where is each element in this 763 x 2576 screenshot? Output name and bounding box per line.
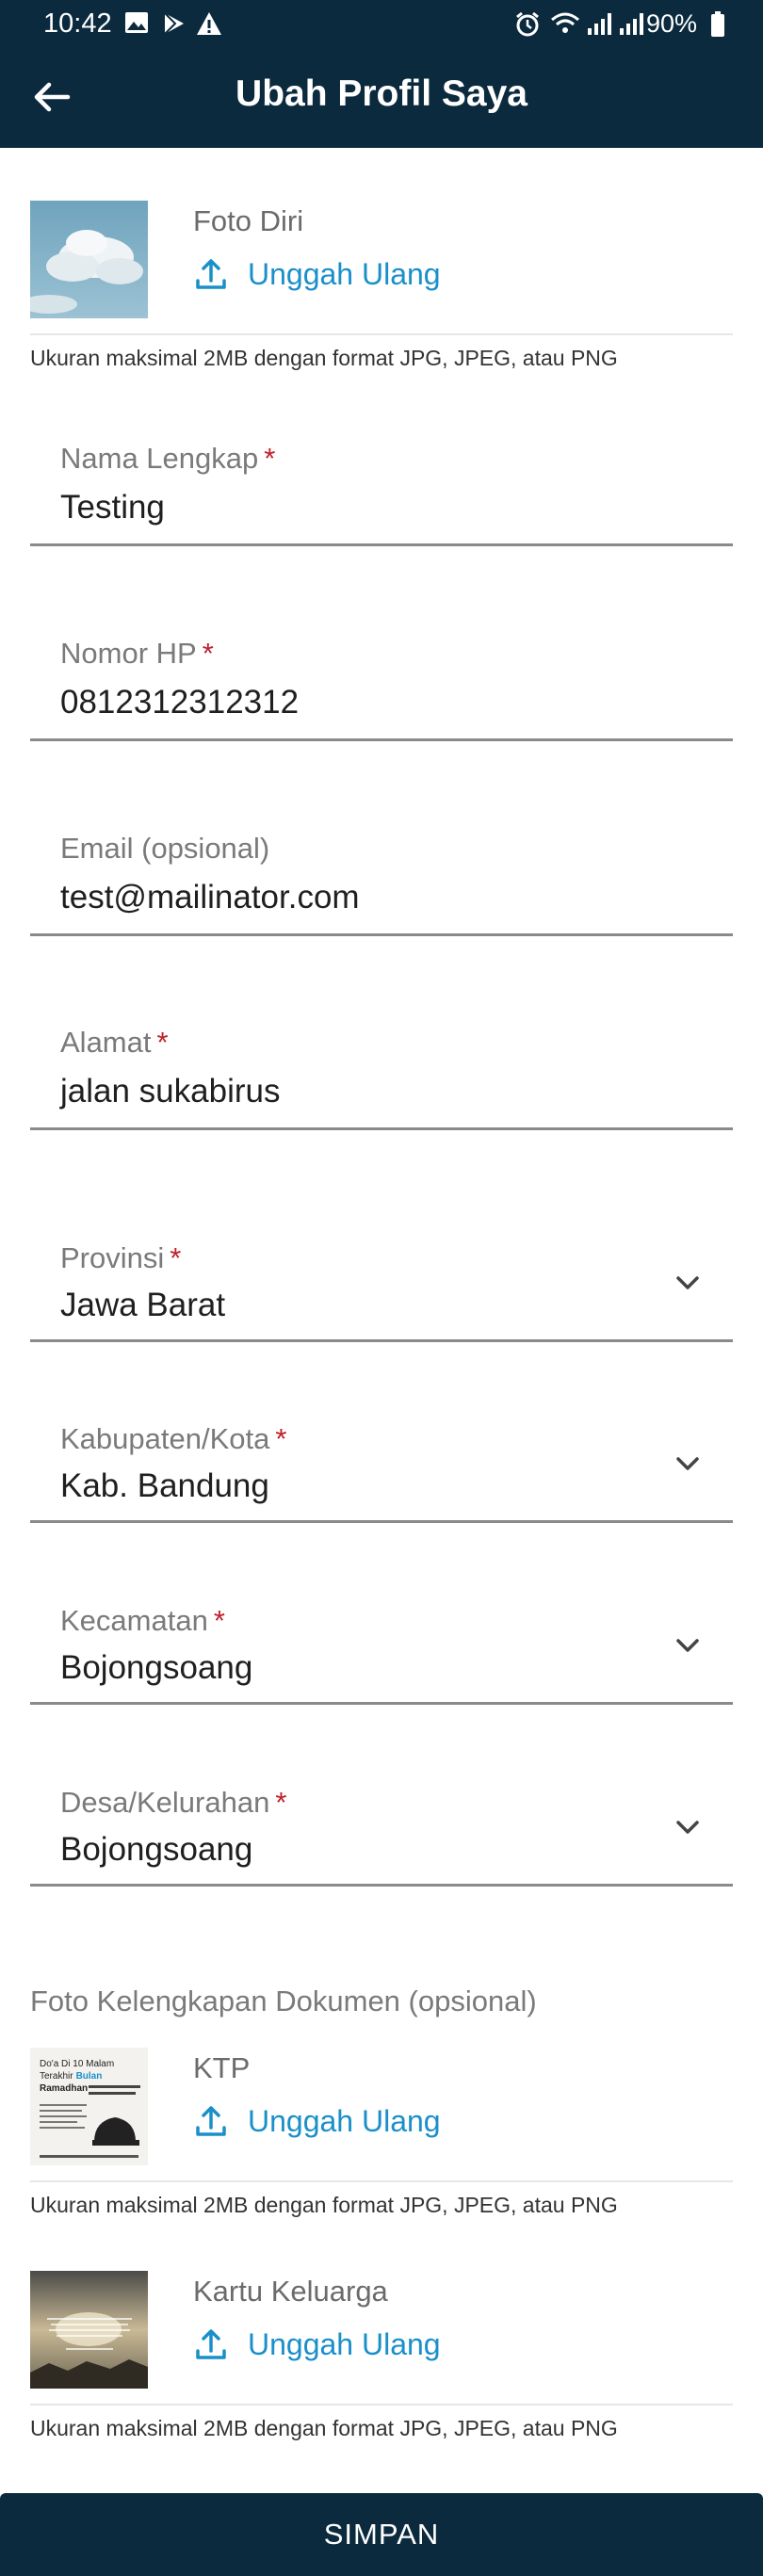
kartu-keluarga-thumbnail — [30, 2271, 148, 2389]
profile-photo-upload-button[interactable]: Unggah Ulang — [193, 256, 441, 292]
divider — [30, 333, 733, 335]
desa-value: Bojongsoang — [60, 1831, 253, 1868]
battery-percent: 90% — [645, 9, 697, 38]
email-label: Email (opsional) — [60, 832, 270, 865]
ktp-thumb-text-2: Terakhir — [40, 2071, 73, 2082]
kartu-keluarga-upload-button[interactable]: Unggah Ulang — [193, 2326, 441, 2362]
wifi-icon — [551, 12, 579, 33]
kecamatan-dropdown[interactable]: Kecamatan * Bojongsoang — [30, 1600, 733, 1709]
gallery-icon — [125, 12, 148, 33]
ktp-thumb-text-2b: Bulan — [76, 2071, 103, 2082]
kecamatan-value: Bojongsoang — [60, 1649, 253, 1686]
chevron-down-icon — [676, 1821, 699, 1834]
nama-lengkap-label: Nama Lengkap * — [60, 442, 276, 475]
svg-text:TerakhirBulan: Terakhir Bulan — [40, 2071, 102, 2082]
nama-lengkap-value: Testing — [60, 489, 165, 526]
ktp-thumbnail: Do'a Di 10 Malam Terakhir Bulan Ramadhan — [30, 2048, 148, 2165]
alamat-label: Alamat * — [60, 1026, 169, 1059]
email-field[interactable]: Email (opsional) test@mailinator.com — [30, 828, 733, 936]
upload-icon — [196, 259, 226, 289]
page-title: Ubah Profil Saya — [235, 73, 528, 114]
nama-lengkap-field[interactable]: Nama Lengkap * Testing — [30, 438, 733, 546]
field-underline — [30, 738, 733, 741]
play-store-icon — [164, 12, 184, 35]
kabupaten-label: Kabupaten/Kota * — [60, 1422, 287, 1455]
battery-icon — [711, 11, 724, 37]
upload-icon — [196, 2329, 226, 2359]
field-underline — [30, 1127, 733, 1130]
alamat-field[interactable]: Alamat * jalan sukabirus — [30, 1022, 733, 1130]
profile-photo-thumbnail — [30, 201, 148, 318]
kabupaten-dropdown[interactable]: Kabupaten/Kota * Kab. Bandung — [30, 1418, 733, 1527]
upload-icon — [196, 2106, 226, 2136]
field-underline — [30, 1520, 733, 1523]
field-underline — [30, 1884, 733, 1887]
nomor-hp-field[interactable]: Nomor HP * 0812312312312 — [30, 633, 733, 741]
field-underline — [30, 1702, 733, 1705]
documents-section-title: Foto Kelengkapan Dokumen (opsional) — [30, 1985, 537, 2017]
ktp-hint: Ukuran maksimal 2MB dengan format JPG, J… — [30, 2193, 618, 2217]
ktp-upload-label: Unggah Ulang — [248, 2103, 441, 2138]
desa-dropdown[interactable]: Desa/Kelurahan * Bojongsoang — [30, 1782, 733, 1890]
kartu-keluarga-label: Kartu Keluarga — [193, 2275, 388, 2308]
kartu-keluarga-upload-label: Unggah Ulang — [248, 2326, 441, 2361]
divider — [30, 2180, 733, 2182]
nomor-hp-label: Nomor HP * — [60, 637, 214, 670]
kecamatan-label: Kecamatan * — [60, 1604, 225, 1637]
status-time: 10:42 — [43, 8, 112, 39]
kartu-keluarga-hint: Ukuran maksimal 2MB dengan format JPG, J… — [30, 2416, 618, 2440]
alarm-icon — [516, 11, 539, 37]
ktp-thumb-text-3: Ramadhan — [40, 2083, 88, 2094]
save-button[interactable]: SIMPAN — [0, 2493, 763, 2576]
warning-icon — [197, 12, 221, 35]
provinsi-dropdown[interactable]: Provinsi * Jawa Barat — [30, 1238, 733, 1346]
chevron-down-icon — [676, 1457, 699, 1470]
chevron-down-icon — [676, 1639, 699, 1652]
profile-photo-upload-label: Unggah Ulang — [248, 256, 441, 291]
alamat-value: jalan sukabirus — [60, 1073, 281, 1110]
signal-icon-2 — [620, 13, 643, 35]
field-underline — [30, 543, 733, 546]
ktp-label: KTP — [193, 2051, 251, 2084]
provinsi-label: Provinsi * — [60, 1241, 182, 1274]
desa-label: Desa/Kelurahan * — [60, 1786, 287, 1819]
ktp-thumb-text-1: Do'a Di 10 Malam — [40, 2059, 114, 2069]
field-underline — [30, 933, 733, 936]
email-value: test@mailinator.com — [60, 879, 360, 915]
profile-photo-label: Foto Diri — [193, 204, 304, 237]
kabupaten-value: Kab. Bandung — [60, 1467, 269, 1504]
signal-icon — [588, 13, 611, 35]
field-underline — [30, 1339, 733, 1342]
profile-photo-hint: Ukuran maksimal 2MB dengan format JPG, J… — [30, 346, 618, 370]
ktp-upload-button[interactable]: Unggah Ulang — [193, 2103, 441, 2139]
status-bar: 10:42 90% — [0, 0, 763, 47]
provinsi-value: Jawa Barat — [60, 1287, 226, 1323]
divider — [30, 2404, 733, 2406]
save-button-label: SIMPAN — [323, 2518, 440, 2551]
chevron-down-icon — [676, 1276, 699, 1289]
app-bar: Ubah Profil Saya — [0, 47, 763, 148]
nomor-hp-value: 0812312312312 — [60, 684, 300, 721]
